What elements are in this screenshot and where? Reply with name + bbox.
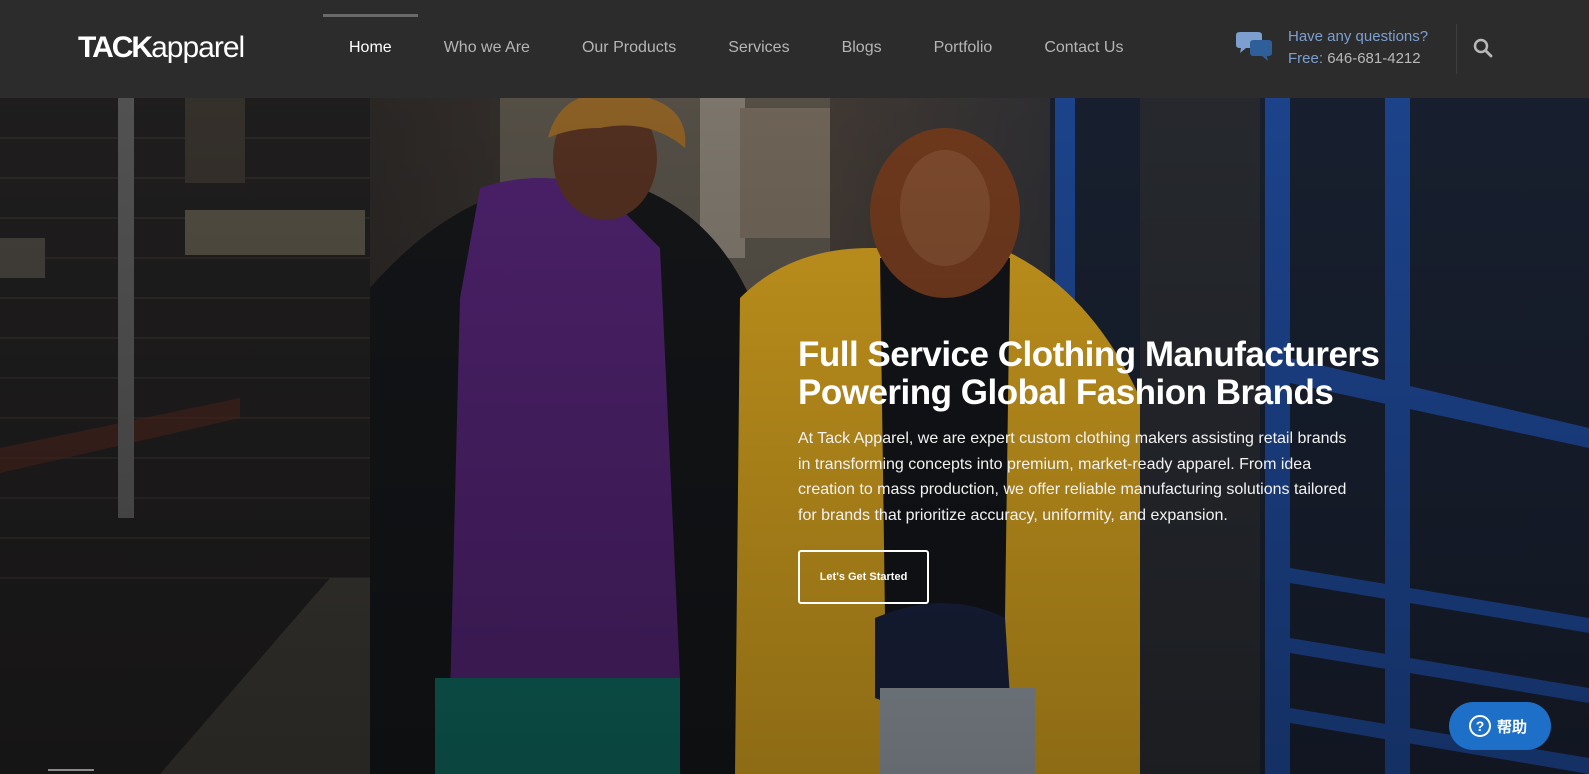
hero-description: At Tack Apparel, we are expert custom cl… (798, 430, 1347, 524)
contact-phone-line[interactable]: Free: 646-681-4212 (1288, 48, 1428, 70)
site-header: TACKapparel Home Who we Are Our Products… (0, 0, 1589, 98)
question-circle-icon: ? (1469, 715, 1491, 737)
hero-section: Full Service Clothing Manufacturers Powe… (0, 98, 1589, 774)
header-divider (1456, 24, 1457, 74)
nav-item-who-we-are[interactable]: Who we Are (418, 0, 556, 98)
get-started-button[interactable]: Let's Get Started (798, 550, 929, 604)
hero-title-line-1: Full Service Clothing Manufacturers (798, 335, 1380, 374)
nav-item-contact-us[interactable]: Contact Us (1018, 0, 1149, 98)
logo-bold-text: TACK (78, 31, 153, 64)
nav-item-blogs[interactable]: Blogs (816, 0, 908, 98)
main-nav: Home Who we Are Our Products Services Bl… (323, 0, 1149, 98)
help-label: 帮助 (1497, 719, 1528, 736)
logo[interactable]: TACKapparel (78, 30, 245, 66)
hero-content: Full Service Clothing Manufacturers Powe… (798, 335, 1380, 604)
help-button[interactable]: ? 帮助 (1449, 702, 1551, 750)
contact-free-label: Free: (1288, 50, 1324, 67)
nav-item-services[interactable]: Services (702, 0, 815, 98)
logo-light-text: apparel (151, 31, 245, 64)
nav-item-our-products[interactable]: Our Products (556, 0, 702, 98)
scroll-indicator (48, 769, 94, 771)
contact-question: Have any questions? (1288, 28, 1429, 45)
nav-item-home[interactable]: Home (323, 0, 418, 98)
hero-title-line-2: Powering Global Fashion Brands (798, 373, 1334, 412)
search-icon[interactable] (1472, 36, 1494, 60)
chat-bubbles-icon (1236, 32, 1272, 61)
hero-title: Full Service Clothing Manufacturers Powe… (798, 335, 1380, 412)
nav-item-portfolio[interactable]: Portfolio (908, 0, 1019, 98)
contact-phone[interactable]: 646-681-4212 (1327, 50, 1420, 67)
